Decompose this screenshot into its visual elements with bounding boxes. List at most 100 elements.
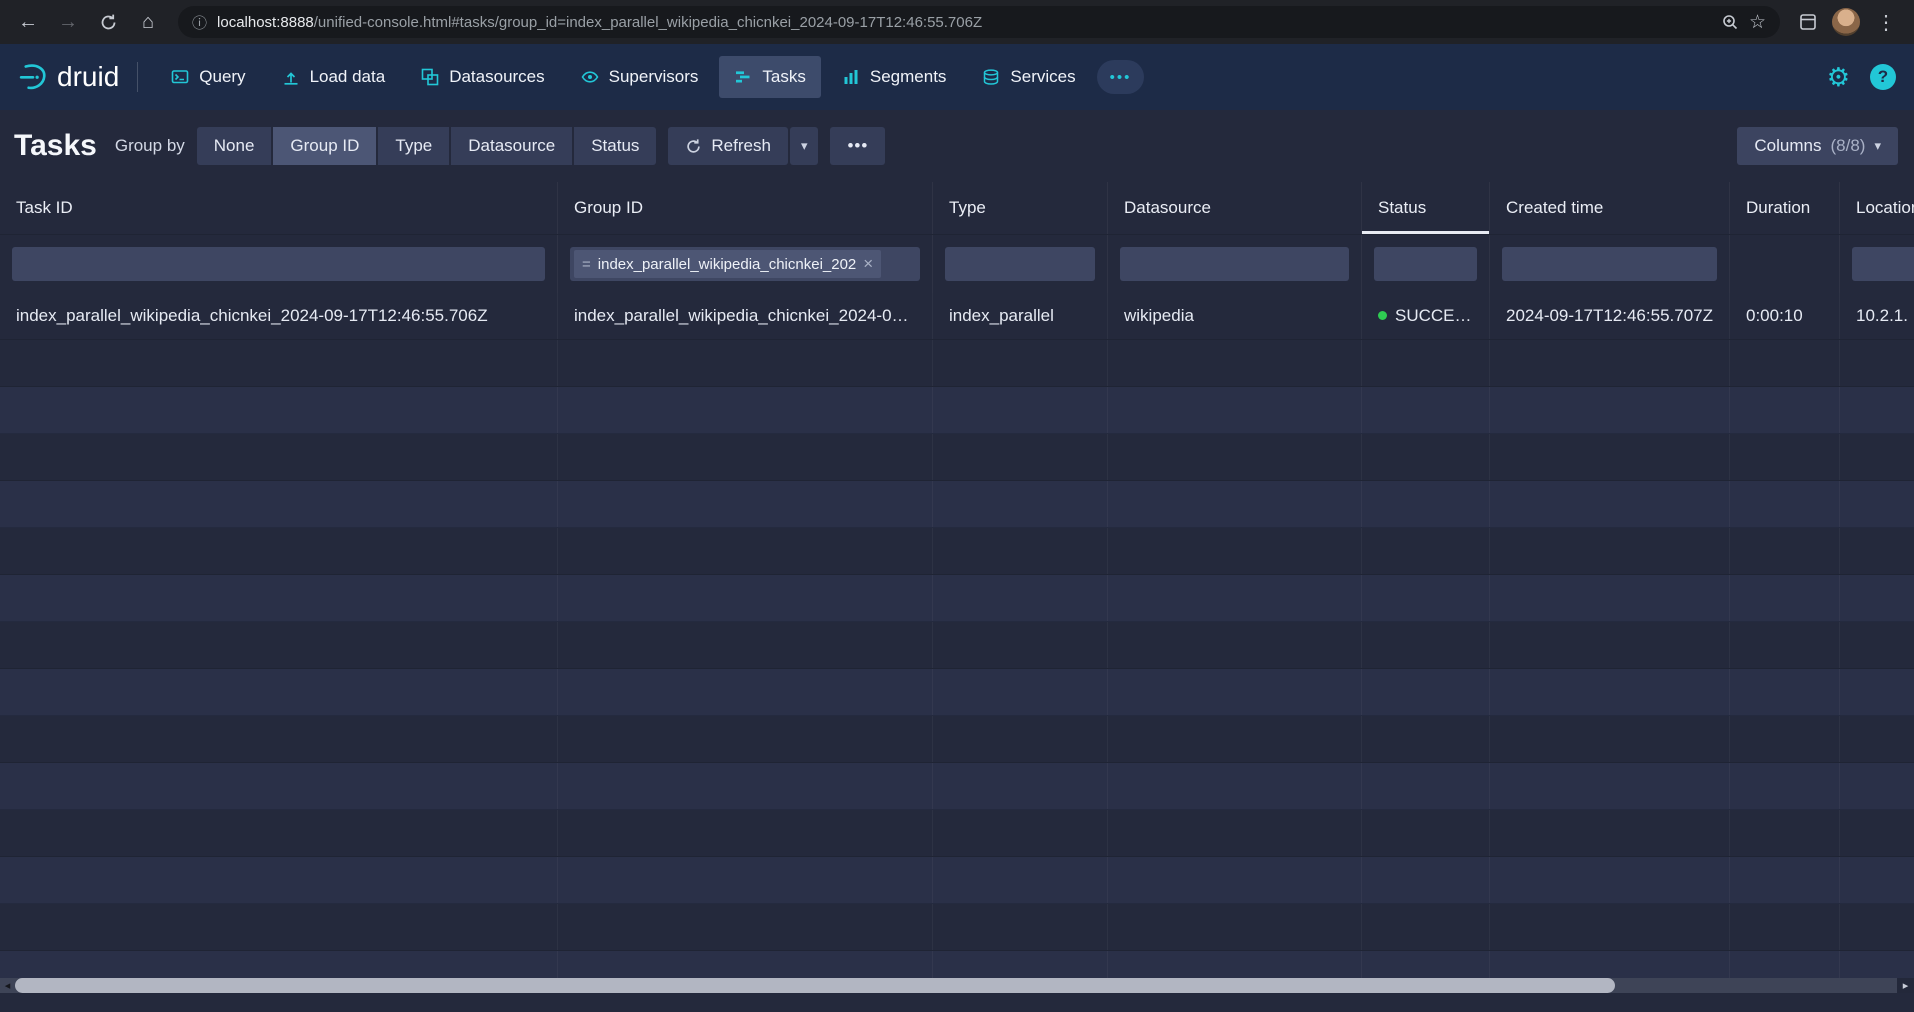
settings-gear-icon[interactable]: ⚙: [1827, 62, 1850, 93]
empty-cell: [1108, 857, 1362, 903]
empty-cell: [933, 669, 1108, 715]
column-header-location[interactable]: Location: [1840, 182, 1914, 234]
filter-input-task-id[interactable]: [12, 247, 545, 281]
empty-cell: [1840, 669, 1914, 715]
empty-cell: [1362, 340, 1490, 386]
zoom-icon[interactable]: [1721, 13, 1739, 31]
nav-label: Load data: [310, 67, 386, 87]
forward-icon[interactable]: →: [50, 4, 86, 40]
empty-cell: [933, 904, 1108, 950]
browser-menu-icon[interactable]: ⋮: [1868, 4, 1904, 40]
empty-cell: [558, 716, 933, 762]
help-icon[interactable]: ?: [1870, 64, 1896, 90]
address-bar[interactable]: ⓘ localhost:8888/unified-console.html#ta…: [178, 6, 1780, 38]
browser-toolbar: ← → ⌂ ⓘ localhost:8888/unified-console.h…: [0, 0, 1914, 44]
group-by-datasource-button[interactable]: Datasource: [451, 127, 572, 165]
nav-item-supervisors[interactable]: Supervisors: [566, 56, 714, 98]
empty-cell: [1108, 481, 1362, 527]
empty-cell: [558, 528, 933, 574]
empty-cell: [558, 575, 933, 621]
remove-filter-icon[interactable]: ×: [863, 254, 873, 274]
empty-cell: [1362, 481, 1490, 527]
filter-input-type[interactable]: [945, 247, 1095, 281]
column-header-datasource[interactable]: Datasource: [1108, 182, 1362, 234]
empty-cell: [1362, 904, 1490, 950]
empty-cell: [1840, 340, 1914, 386]
group-by-none-button[interactable]: None: [197, 127, 272, 165]
filter-input-created-time[interactable]: [1502, 247, 1717, 281]
column-header-group-id[interactable]: Group ID: [558, 182, 933, 234]
bookmark-star-icon[interactable]: ☆: [1749, 11, 1766, 34]
cell-location: 10.2.1.: [1840, 293, 1914, 339]
empty-row: [0, 340, 1914, 387]
empty-cell: [0, 481, 558, 527]
empty-cell: [558, 669, 933, 715]
filter-input-datasource[interactable]: [1120, 247, 1349, 281]
group-id-filter-tag: =index_parallel_wikipedia_chicnkei_202×: [574, 250, 881, 278]
nav-item-segments[interactable]: Segments: [827, 56, 962, 98]
empty-cell: [933, 528, 1108, 574]
filter-input-location[interactable]: [1852, 247, 1914, 281]
empty-cell: [1840, 716, 1914, 762]
scroll-right-arrow-icon[interactable]: ▸: [1897, 978, 1914, 993]
empty-row: [0, 716, 1914, 763]
nav-item-load-data[interactable]: Load data: [267, 56, 401, 98]
scrollbar-thumb[interactable]: [15, 978, 1615, 993]
scroll-left-arrow-icon[interactable]: ◂: [0, 978, 15, 993]
nav-item-datasources[interactable]: Datasources: [406, 56, 559, 98]
column-header-created-time[interactable]: Created time: [1490, 182, 1730, 234]
nav-label: Tasks: [762, 67, 805, 87]
empty-row: [0, 622, 1914, 669]
header-right: ⚙ ?: [1827, 62, 1896, 93]
empty-cell: [1362, 763, 1490, 809]
empty-row: [0, 810, 1914, 857]
group-by-group-id-button[interactable]: Group ID: [273, 127, 376, 165]
empty-cell: [1108, 528, 1362, 574]
url-host: localhost:8888: [217, 14, 314, 31]
filter-input-status[interactable]: [1374, 247, 1477, 281]
task-row[interactable]: index_parallel_wikipedia_chicnkei_2024-0…: [0, 293, 1914, 340]
druid-logo[interactable]: druid: [18, 61, 119, 93]
empty-cell: [933, 622, 1108, 668]
refresh-interval-dropdown[interactable]: ▾: [790, 127, 819, 165]
reload-icon[interactable]: [90, 4, 126, 40]
refresh-icon: [685, 138, 702, 155]
empty-cell: [558, 340, 933, 386]
filter-tag-text: index_parallel_wikipedia_chicnkei_202: [598, 256, 857, 273]
extensions-icon[interactable]: [1798, 12, 1818, 32]
profile-avatar[interactable]: [1832, 8, 1860, 36]
empty-cell: [0, 857, 558, 903]
refresh-label: Refresh: [711, 136, 771, 156]
empty-cell: [1840, 857, 1914, 903]
empty-cell: [0, 716, 558, 762]
nav-item-tasks[interactable]: Tasks: [719, 56, 820, 98]
horizontal-scrollbar[interactable]: ◂ ▸: [0, 978, 1914, 993]
empty-cell: [1108, 575, 1362, 621]
column-header-task-id[interactable]: Task ID: [0, 182, 558, 234]
column-header-type[interactable]: Type: [933, 182, 1108, 234]
group-by-type-button[interactable]: Type: [378, 127, 449, 165]
home-icon[interactable]: ⌂: [130, 4, 166, 40]
page-info-icon[interactable]: ⓘ: [192, 12, 207, 33]
columns-button[interactable]: Columns (8/8) ▾: [1737, 127, 1898, 165]
column-header-duration[interactable]: Duration: [1730, 182, 1840, 234]
nav-more-button[interactable]: •••: [1097, 60, 1145, 94]
more-actions-button[interactable]: •••: [830, 127, 885, 165]
filter-input-group-id[interactable]: =index_parallel_wikipedia_chicnkei_202×: [570, 247, 920, 281]
empty-cell: [1362, 669, 1490, 715]
group-by-status-button[interactable]: Status: [574, 127, 656, 165]
empty-cell: [1490, 434, 1730, 480]
empty-cell: [1730, 575, 1840, 621]
scrollbar-track[interactable]: [15, 978, 1897, 993]
nav-item-services[interactable]: Services: [967, 56, 1090, 98]
nav-item-query[interactable]: Query: [156, 56, 260, 98]
table-header-row: Task IDGroup IDTypeDatasourceStatusCreat…: [0, 182, 1914, 235]
empty-cell: [0, 622, 558, 668]
refresh-split-button: Refresh ▾: [668, 127, 818, 165]
cell-task_id: index_parallel_wikipedia_chicnkei_2024-0…: [0, 293, 558, 339]
back-icon[interactable]: ←: [10, 4, 46, 40]
column-header-status[interactable]: Status: [1362, 182, 1490, 234]
empty-row: [0, 481, 1914, 528]
empty-cell: [1730, 669, 1840, 715]
refresh-button[interactable]: Refresh: [668, 127, 788, 165]
